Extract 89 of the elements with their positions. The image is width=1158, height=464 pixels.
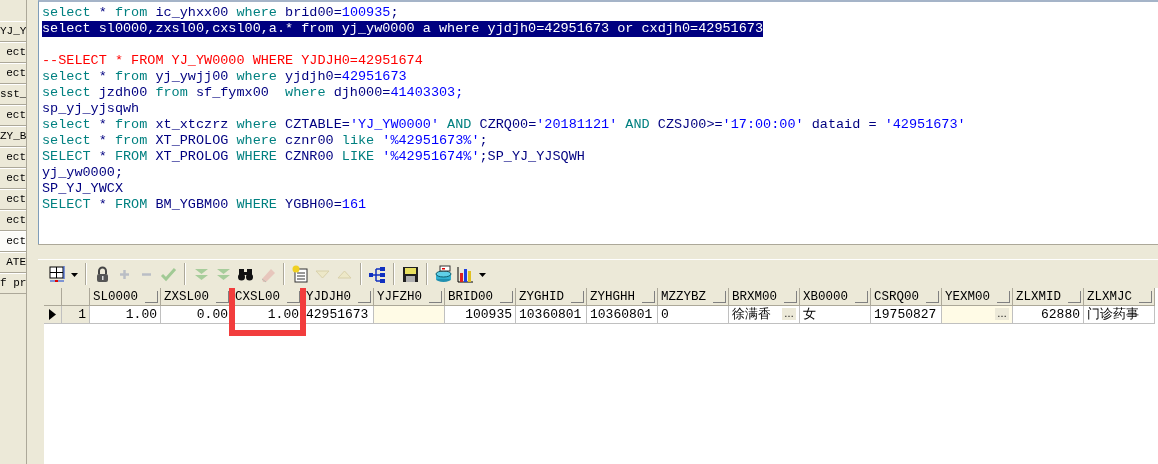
- side-tab[interactable]: ect: [0, 210, 26, 231]
- header-text: YJDJH0: [306, 289, 352, 304]
- side-tab[interactable]: ect: [0, 168, 26, 189]
- filter-button[interactable]: [145, 290, 158, 303]
- code-line: yj_yw0000;: [42, 165, 123, 181]
- column-header[interactable]: XB0000: [800, 288, 871, 306]
- side-tab[interactable]: ect: [0, 105, 26, 126]
- table-cell: 1.00: [90, 306, 161, 324]
- filter-button[interactable]: [713, 290, 726, 303]
- table-cell: 0.00: [161, 306, 232, 324]
- grid-icon[interactable]: [48, 264, 67, 284]
- filter-button[interactable]: [500, 290, 513, 303]
- header-text: BRID00: [448, 289, 494, 304]
- column-header[interactable]: CSRQ00: [871, 288, 942, 306]
- header-text: CXSL00: [235, 289, 281, 304]
- code-line: sp_yj_yjsqwh: [42, 101, 140, 117]
- column-header[interactable]: YEXM00: [942, 288, 1013, 306]
- filter-button[interactable]: [642, 290, 655, 303]
- save-icon[interactable]: [401, 264, 420, 284]
- table-cell: 1.00: [232, 306, 303, 324]
- table-cell: 62880: [1013, 306, 1084, 324]
- table-cell: 100935: [445, 306, 516, 324]
- header-text: ZLXMID: [1016, 289, 1062, 304]
- column-header[interactable]: BRXM00: [729, 288, 800, 306]
- table-cell: 0: [658, 306, 729, 324]
- header-text: ZYGHID: [519, 289, 565, 304]
- filter-button[interactable]: [429, 290, 442, 303]
- filter-button[interactable]: [216, 290, 229, 303]
- code-line: select jzdh00 from sf_fymx00 where djh000=41403303;: [42, 85, 464, 101]
- header-text: YJFZH0: [377, 289, 423, 304]
- notes-icon[interactable]: [291, 264, 310, 284]
- header-text: BRXM00: [732, 289, 778, 304]
- side-tab[interactable]: YJ_Y: [0, 21, 26, 42]
- filter-button[interactable]: [287, 290, 300, 303]
- column-header[interactable]: BRID00: [445, 288, 516, 306]
- filter-button[interactable]: [855, 290, 868, 303]
- column-header[interactable]: YJDJH0: [303, 288, 374, 306]
- code-line: select * from xt_xtczrz where CZTABLE='YJ_YW0000' AND CZRQ00='20181121' AND CZSJ00>='17:00:00' dataid = '42951673': [42, 117, 966, 133]
- filter-button[interactable]: [358, 290, 371, 303]
- column-header[interactable]: ZYHGHH: [587, 288, 658, 306]
- filter-button[interactable]: [571, 290, 584, 303]
- header-text: MZZYBZ: [661, 289, 707, 304]
- side-tab[interactable]: ect: [0, 231, 26, 252]
- filter-button[interactable]: [926, 290, 939, 303]
- table-cell: 门诊药事: [1084, 306, 1155, 324]
- code-line: SELECT * FROM XT_PROLOG WHERE CZNR00 LIKE '%42951674%';SP_YJ_YJSQWH: [42, 149, 585, 165]
- side-tab[interactable]: ect: [0, 147, 26, 168]
- side-tab[interactable]: ect: [0, 42, 26, 63]
- code-line: select * from yj_ywjj00 where yjdjh0=42951673: [42, 69, 407, 85]
- header-text: ZXSL00: [164, 289, 210, 304]
- column-header[interactable]: ZXSL00: [161, 288, 232, 306]
- filter-button[interactable]: [1068, 290, 1081, 303]
- side-tab[interactable]: ZY_B: [0, 126, 26, 147]
- header-text: ZLXMJC: [1087, 289, 1133, 304]
- ellipsis-button[interactable]: …: [995, 308, 1009, 320]
- row-number: 1: [62, 306, 90, 324]
- column-header[interactable]: ZLXMJC: [1084, 288, 1155, 306]
- filter-button[interactable]: [784, 290, 797, 303]
- header-text: SL0000: [93, 289, 139, 304]
- sql-editor[interactable]: [38, 0, 1158, 244]
- filter-button[interactable]: [1139, 290, 1152, 303]
- database-icon[interactable]: [434, 264, 453, 284]
- code-line: SP_YJ_YWCX: [42, 181, 123, 197]
- code-line: select * from XT_PROLOG where cznr00 like '%42951673%';: [42, 133, 488, 149]
- table-cell: 女: [800, 306, 871, 324]
- column-header[interactable]: ZYGHID: [516, 288, 587, 306]
- cell-text: 徐满香: [732, 306, 772, 323]
- tree-icon[interactable]: [368, 264, 387, 284]
- side-tab[interactable]: sst_: [0, 84, 26, 105]
- column-header[interactable]: YJFZH0: [374, 288, 445, 306]
- table-cell: 10360801: [587, 306, 658, 324]
- filter-button[interactable]: [997, 290, 1010, 303]
- side-tab[interactable]: ect: [0, 63, 26, 84]
- side-tab[interactable]: ATE: [0, 252, 26, 273]
- code-line: select * from ic_yhxx00 where brid00=100935;: [42, 5, 399, 21]
- header-text: YEXM00: [945, 289, 991, 304]
- ellipsis-button[interactable]: …: [782, 308, 796, 320]
- code-line: --SELECT * FROM YJ_YW0000 WHERE YJDJH0=42951674: [42, 53, 423, 69]
- column-header[interactable]: MZZYBZ: [658, 288, 729, 306]
- header-text: ZYHGHH: [590, 289, 636, 304]
- column-header[interactable]: SL0000: [90, 288, 161, 306]
- bar-chart-icon[interactable]: [456, 264, 475, 284]
- side-tab[interactable]: ect: [0, 189, 26, 210]
- side-tab[interactable]: f pr: [0, 273, 26, 294]
- column-header[interactable]: ZLXMID: [1013, 288, 1084, 306]
- header-text: XB0000: [803, 289, 849, 304]
- code-line: SELECT * FROM BM_YGBM00 WHERE YGBH00=161: [42, 197, 367, 213]
- table-cell: 10360801: [516, 306, 587, 324]
- header-text: CSRQ00: [874, 289, 920, 304]
